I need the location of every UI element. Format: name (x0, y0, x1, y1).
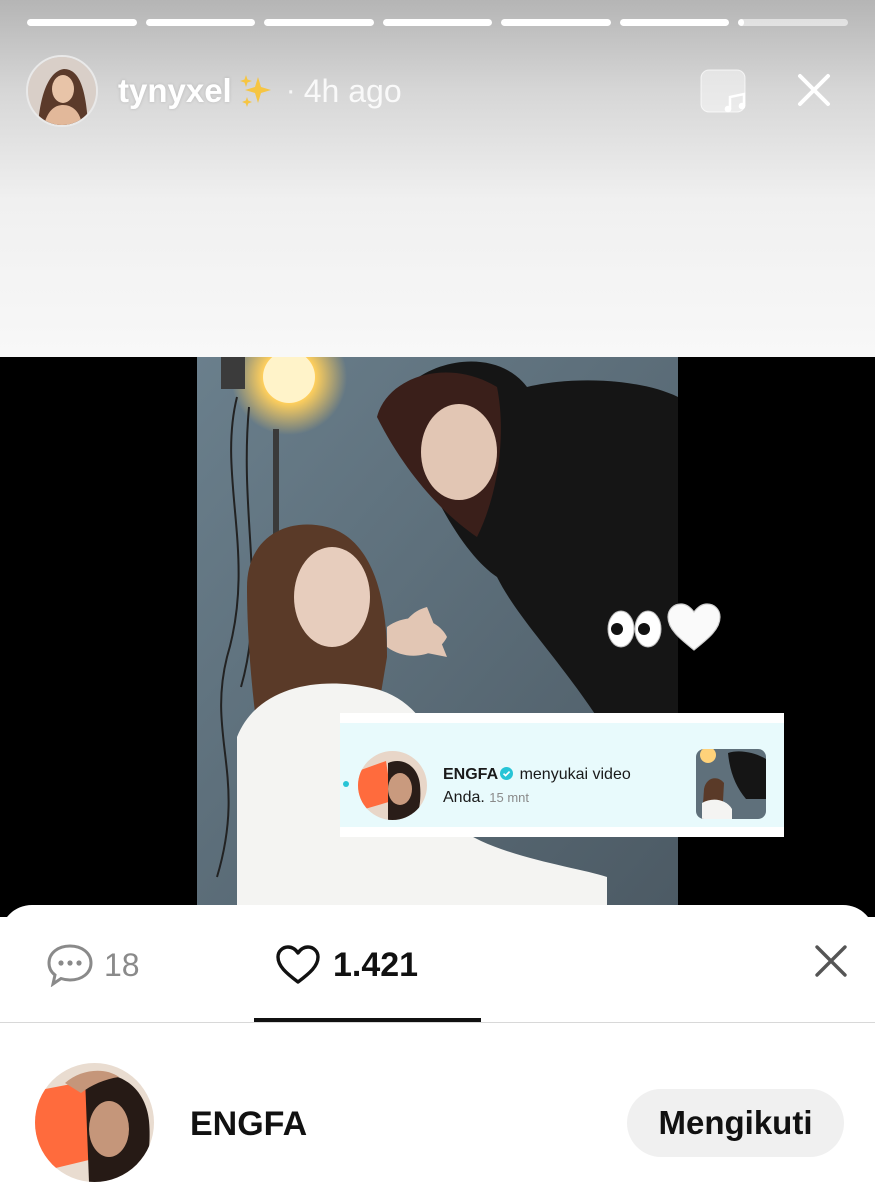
progress-segment (145, 19, 256, 26)
eyes-emoji-icon (607, 610, 662, 648)
notification-time: 15 mnt (489, 790, 530, 805)
story-time: 4h ago (303, 72, 402, 109)
notification-body: ENGFA menyukai video Anda. 15 mnt (340, 723, 784, 827)
story-author-avatar[interactable] (26, 55, 98, 127)
close-sheet-icon[interactable] (812, 942, 850, 980)
heart-icon (276, 945, 320, 984)
story-header: tynyxel · 4h ago (26, 55, 848, 127)
notification-username: ENGFA (443, 766, 499, 783)
notification-avatar (358, 751, 427, 820)
liker-list-item[interactable]: ENGFA Mengikuti (0, 1063, 875, 1183)
sparkles-emoji-icon (239, 75, 271, 107)
like-notification-card: ENGFA menyukai video Anda. 15 mnt (340, 713, 784, 837)
tab-likes[interactable]: 1.421 (275, 943, 418, 987)
likes-bottom-sheet: 18 1.421 ENGFA Mengikuti (0, 905, 875, 1200)
unread-dot (343, 781, 349, 787)
progress-segment (738, 19, 849, 26)
notification-action: menyukai video (519, 766, 631, 783)
following-button[interactable]: Mengikuti (627, 1089, 844, 1157)
progress-segment-fill (27, 19, 137, 26)
separator-dot: · (285, 74, 296, 107)
white-heart-emoji-icon (667, 603, 721, 651)
notification-video-thumbnail (696, 749, 766, 819)
progress-segment (619, 19, 730, 26)
progress-segment (382, 19, 493, 26)
likes-count: 1.421 (333, 945, 419, 984)
progress-segment-fill (145, 19, 256, 26)
notification-line2: Anda. (443, 789, 485, 806)
story-progress-bar (27, 19, 849, 27)
liker-avatar[interactable] (35, 1063, 154, 1182)
story-username[interactable]: tynyxel (118, 72, 232, 110)
divider (0, 1022, 875, 1023)
progress-segment-fill (619, 19, 730, 26)
progress-segment-fill (264, 19, 374, 26)
comment-icon (47, 944, 93, 987)
progress-segment-fill (738, 19, 744, 26)
liker-username[interactable]: ENGFA (190, 1105, 307, 1144)
progress-segment (264, 19, 374, 26)
tab-comments[interactable]: 18 (46, 943, 140, 987)
story-header-background (0, 0, 875, 357)
progress-segment (27, 19, 137, 26)
notification-text: ENGFA menyukai video Anda. 15 mnt (443, 763, 683, 809)
verified-badge-icon (500, 767, 514, 780)
close-icon[interactable] (794, 70, 834, 110)
progress-segment (501, 19, 611, 26)
progress-segment-fill (501, 19, 611, 26)
music-icon[interactable] (700, 67, 750, 117)
comments-count: 18 (104, 946, 140, 983)
progress-segment-fill (382, 19, 493, 26)
